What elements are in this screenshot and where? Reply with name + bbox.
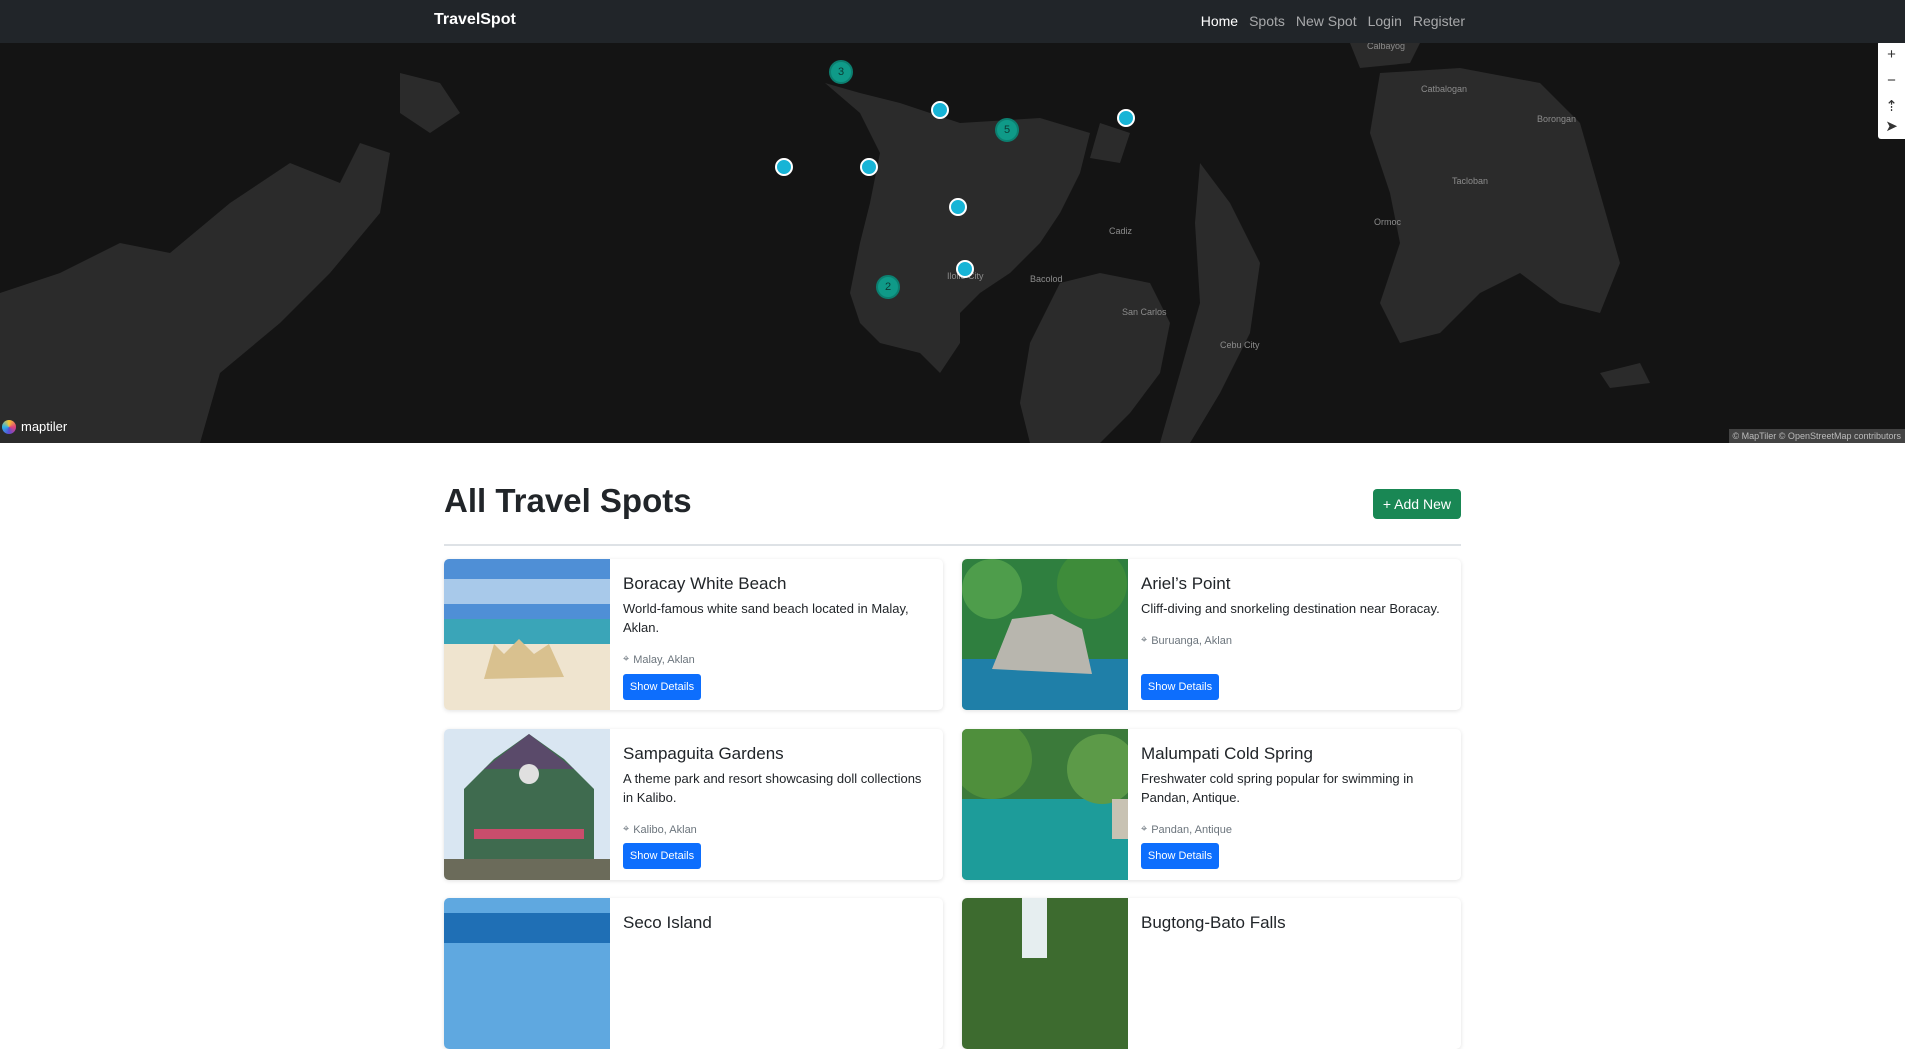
city-label: Catbalogan — [1421, 84, 1467, 94]
geolocate-button[interactable]: ➤ — [1878, 113, 1905, 139]
spot-title: Bugtong-Bato Falls — [1141, 913, 1286, 933]
spot-title: Ariel’s Point — [1141, 574, 1230, 594]
city-label: Tacloban — [1452, 176, 1488, 186]
spot-image[interactable] — [444, 898, 610, 1049]
spot-description: Cliff-diving and snorkeling destination … — [1141, 599, 1441, 618]
city-label: Cebu City — [1220, 340, 1260, 350]
city-label: Bacolod — [1030, 274, 1063, 284]
map-cluster[interactable]: 2 — [876, 275, 900, 299]
spot-image[interactable] — [444, 729, 610, 880]
map-pin-icon: ⌖ — [1141, 634, 1147, 647]
zoom-out-button[interactable]: − — [1878, 67, 1905, 93]
spot-card: Bugtong-Bato Falls — [962, 898, 1461, 1049]
spot-location-text: Pandan, Antique — [1151, 824, 1232, 836]
navbar: TravelSpot Home Spots New Spot Login Reg… — [0, 0, 1905, 43]
map-attribution[interactable]: © MapTiler © OpenStreetMap contributors — [1729, 429, 1905, 443]
maptiler-icon — [2, 420, 16, 434]
map-cluster[interactable]: 5 — [995, 118, 1019, 142]
map-pin-icon: ⌖ — [623, 653, 629, 666]
spot-title: Malumpati Cold Spring — [1141, 744, 1313, 764]
brand-logo[interactable]: TravelSpot — [434, 11, 516, 29]
spot-title: Sampaguita Gardens — [623, 744, 784, 764]
map-pin-icon: ⌖ — [1141, 823, 1147, 836]
page-title: All Travel Spots — [444, 482, 692, 520]
map[interactable]: Calbayog Catbalogan Borongan Tacloban Or… — [0, 43, 1905, 443]
maptiler-logo-text: maptiler — [21, 419, 67, 434]
city-label: Borongan — [1537, 114, 1576, 124]
spot-card: Malumpati Cold Spring Freshwater cold sp… — [962, 729, 1461, 880]
spot-location: ⌖ Buruanga, Aklan — [1141, 634, 1232, 647]
show-details-button[interactable]: Show Details — [623, 843, 701, 869]
maptiler-logo[interactable]: maptiler — [2, 419, 67, 434]
spot-card: Ariel’s Point Cliff-diving and snorkelin… — [962, 559, 1461, 710]
spot-location-text: Kalibo, Aklan — [633, 824, 697, 836]
city-label: Calbayog — [1367, 43, 1405, 51]
add-new-button[interactable]: + Add New — [1373, 489, 1461, 519]
nav-home[interactable]: Home — [1201, 13, 1238, 29]
map-marker[interactable] — [775, 158, 793, 176]
map-marker[interactable] — [860, 158, 878, 176]
map-marker[interactable] — [956, 260, 974, 278]
nav-links: Home Spots New Spot Login Register — [1201, 13, 1465, 29]
show-details-button[interactable]: Show Details — [1141, 674, 1219, 700]
city-label: Cadiz — [1109, 226, 1132, 236]
spot-card: Seco Island — [444, 898, 943, 1049]
show-details-button[interactable]: Show Details — [1141, 843, 1219, 869]
spot-image[interactable] — [444, 559, 610, 710]
map-cluster[interactable]: 3 — [829, 60, 853, 84]
spot-description: Freshwater cold spring popular for swimm… — [1141, 769, 1441, 807]
geolocate-control: ➤ — [1878, 113, 1905, 139]
nav-spots[interactable]: Spots — [1249, 13, 1285, 29]
map-marker[interactable] — [1117, 109, 1135, 127]
nav-new-spot[interactable]: New Spot — [1296, 13, 1357, 29]
map-zoom-controls: + − ⇡ — [1878, 43, 1905, 119]
spot-location-text: Buruanga, Aklan — [1151, 635, 1232, 647]
spot-location: ⌖ Malay, Aklan — [623, 653, 695, 666]
spot-card: Boracay White Beach World-famous white s… — [444, 559, 943, 710]
divider — [444, 544, 1461, 546]
city-label: Ormoc — [1374, 217, 1401, 227]
spot-image[interactable] — [962, 898, 1128, 1049]
map-landmass — [0, 43, 1905, 443]
map-marker[interactable] — [949, 198, 967, 216]
nav-register[interactable]: Register — [1413, 13, 1465, 29]
spot-description: A theme park and resort showcasing doll … — [623, 769, 923, 807]
spot-image[interactable] — [962, 559, 1128, 710]
spot-location: ⌖ Pandan, Antique — [1141, 823, 1232, 836]
map-pin-icon: ⌖ — [623, 823, 629, 836]
spot-image[interactable] — [962, 729, 1128, 880]
spot-location: ⌖ Kalibo, Aklan — [623, 823, 697, 836]
map-marker[interactable] — [931, 101, 949, 119]
spot-location-text: Malay, Aklan — [633, 654, 695, 666]
city-label: San Carlos — [1122, 307, 1167, 317]
show-details-button[interactable]: Show Details — [623, 674, 701, 700]
spot-title: Boracay White Beach — [623, 574, 786, 594]
spot-title: Seco Island — [623, 913, 712, 933]
nav-login[interactable]: Login — [1368, 13, 1402, 29]
zoom-in-button[interactable]: + — [1878, 43, 1905, 67]
spot-card: Sampaguita Gardens A theme park and reso… — [444, 729, 943, 880]
spot-description: World-famous white sand beach located in… — [623, 599, 923, 637]
